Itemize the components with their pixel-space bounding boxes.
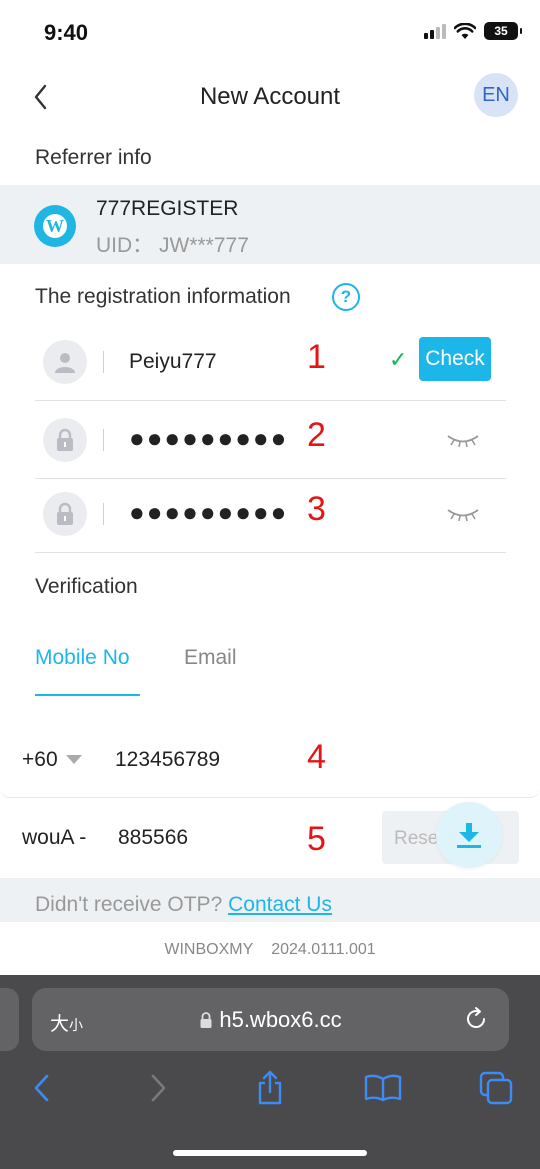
step-marker-4: 4 <box>307 738 326 776</box>
share-icon[interactable] <box>250 1068 290 1108</box>
browser-toolbar: 大小 h5.wbox6.cc <box>0 975 540 1169</box>
confirm-password-input[interactable]: ●●●●●●●●● <box>129 497 288 528</box>
step-marker-5: 5 <box>307 820 326 858</box>
phone-input[interactable]: 123456789 <box>115 748 220 772</box>
field-divider <box>103 351 104 373</box>
reload-icon[interactable] <box>463 1006 489 1032</box>
download-icon[interactable] <box>436 802 502 868</box>
footer-brand: WINBOXMY <box>164 941 254 958</box>
previous-tab-edge[interactable] <box>0 988 19 1051</box>
phone-field: +60 123456789 4 <box>0 718 540 798</box>
browser-forward-icon[interactable] <box>138 1068 178 1108</box>
step-marker-1: 1 <box>307 338 326 376</box>
check-username-button[interactable]: Check <box>419 337 491 381</box>
otp-prefix: wouA - <box>22 826 87 849</box>
username-input[interactable]: Peiyu777 <box>129 350 217 374</box>
verification-section-label: Verification <box>35 575 138 598</box>
footer-version-number: 2024.0111.001 <box>271 941 376 958</box>
active-tab-indicator <box>35 694 140 696</box>
otp-help-text: Didn't receive OTP? <box>35 893 223 916</box>
contact-us-link[interactable]: Contact Us <box>228 893 332 916</box>
otp-input[interactable]: 885566 <box>118 826 188 850</box>
nav-bar: New Account EN <box>0 64 540 130</box>
status-icons: 35 <box>424 22 522 40</box>
battery-icon: 35 <box>484 22 522 40</box>
bookmarks-icon[interactable] <box>363 1068 403 1108</box>
eye-closed-icon[interactable] <box>445 429 481 451</box>
status-time: 9:40 <box>44 20 89 45</box>
cellular-signal-icon <box>424 23 446 39</box>
referrer-card: W 777REGISTER UID： JW***777 <box>0 185 540 264</box>
user-icon <box>43 340 87 384</box>
referrer-section-label: Referrer info <box>35 146 152 169</box>
field-divider <box>103 503 104 525</box>
referrer-uid: UID： JW***777 <box>96 234 249 257</box>
field-divider <box>103 429 104 451</box>
lock-icon <box>43 418 87 462</box>
home-indicator <box>173 1150 367 1156</box>
referrer-name: 777REGISTER <box>96 197 239 220</box>
caret-down-icon[interactable] <box>66 755 82 764</box>
tabs-icon[interactable] <box>476 1068 516 1108</box>
step-marker-2: 2 <box>307 416 326 454</box>
referrer-logo: W <box>34 205 76 247</box>
password-field[interactable]: ●●●●●●●●● 2 <box>35 401 506 479</box>
url-text: h5.wbox6.cc <box>219 1007 342 1032</box>
otp-help: Didn't receive OTP? Contact Us <box>0 878 540 922</box>
eye-closed-icon[interactable] <box>445 503 481 525</box>
lock-icon <box>200 1012 212 1028</box>
wifi-icon <box>454 22 476 39</box>
language-button[interactable]: EN <box>474 73 518 117</box>
tab-email[interactable]: Email <box>184 646 237 670</box>
password-input[interactable]: ●●●●●●●●● <box>129 423 288 454</box>
confirm-password-field[interactable]: ●●●●●●●●● 3 <box>35 475 506 553</box>
checkmark-icon: ✓ <box>389 347 408 372</box>
page-title: New Account <box>199 83 341 110</box>
status-bar: 9:40 35 <box>0 0 540 64</box>
help-icon[interactable]: ? <box>332 283 360 311</box>
username-field[interactable]: Peiyu777 1 ✓ Check <box>35 323 506 401</box>
lock-icon <box>43 492 87 536</box>
url-display[interactable]: h5.wbox6.cc <box>32 1007 509 1033</box>
registration-section-label: The registration information <box>35 285 291 308</box>
country-code-selector[interactable]: +60 <box>22 748 58 772</box>
step-marker-3: 3 <box>307 490 326 528</box>
address-bar[interactable]: 大小 h5.wbox6.cc <box>32 988 509 1051</box>
browser-back-icon[interactable] <box>22 1068 62 1108</box>
footer-version: WINBOXMY 2024.0111.001 <box>0 941 540 959</box>
referrer-logo-letter: W <box>43 214 67 238</box>
tab-mobile-no[interactable]: Mobile No <box>35 646 130 670</box>
